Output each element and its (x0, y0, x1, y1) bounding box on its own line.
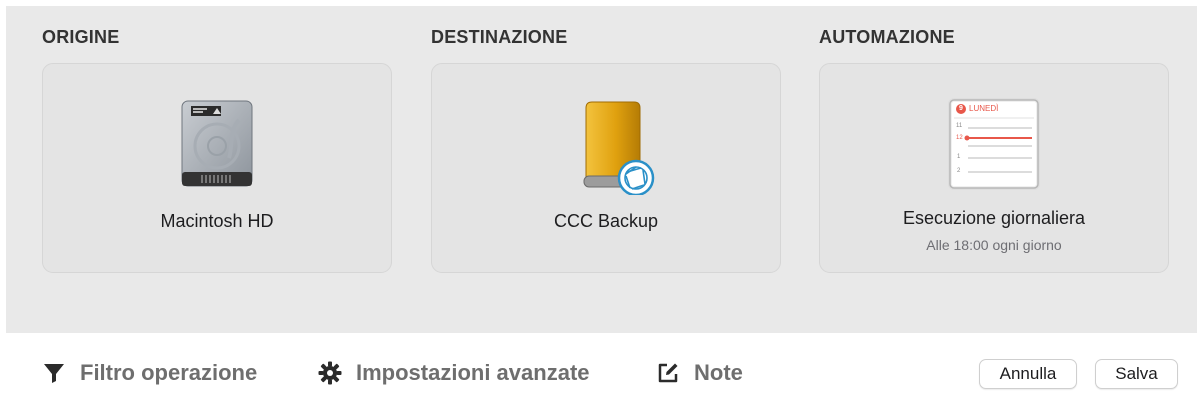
external-disk-icon (556, 100, 656, 197)
destination-section-title: DESTINAZIONE (431, 27, 568, 47)
compose-icon (658, 363, 678, 383)
cancel-button[interactable]: Annulla (979, 359, 1077, 389)
advanced-settings-button[interactable]: Impostazioni avanzate (318, 359, 590, 387)
calendar-hour-label: 11 (956, 123, 963, 129)
automation-schedule-sublabel: Alle 18:00 ogni giorno (926, 237, 1062, 253)
calendar-day-label: LUNEDÌ (969, 104, 999, 113)
automation-schedule-label: Esecuzione giornaliera (902, 208, 1086, 228)
calendar-badge: 9 (959, 105, 963, 112)
save-button[interactable]: Salva (1095, 359, 1178, 389)
source-disk-label: Macintosh HD (160, 211, 274, 231)
task-filter-label: Filtro operazione (80, 360, 258, 385)
notes-button[interactable]: Note (656, 359, 743, 387)
calendar-icon: 9 LUNEDÌ 11 12 1 2 (948, 98, 1040, 190)
automation-card[interactable]: 9 LUNEDÌ 11 12 1 2 Esecuzione giornalier… (819, 63, 1169, 273)
calendar-hour-label: 2 (957, 168, 961, 174)
gear-icon (318, 361, 342, 385)
automation-section-title: AUTOMAZIONE (819, 27, 955, 47)
notes-label: Note (694, 360, 743, 385)
bottom-toolbar: Filtro operazione Impostazioni avanzate … (0, 333, 1197, 410)
destination-card[interactable]: CCC Backup (431, 63, 781, 273)
advanced-settings-label: Impostazioni avanzate (356, 360, 590, 385)
task-filter-button[interactable]: Filtro operazione (42, 359, 257, 387)
calendar-hour-label: 12 (956, 135, 963, 141)
source-card[interactable]: Macintosh HD (42, 63, 392, 273)
filter-icon (44, 364, 64, 383)
destination-disk-label: CCC Backup (553, 211, 659, 231)
internal-disk-icon (167, 100, 267, 190)
source-section-title: ORIGINE (42, 27, 120, 47)
calendar-hour-label: 1 (957, 154, 961, 160)
